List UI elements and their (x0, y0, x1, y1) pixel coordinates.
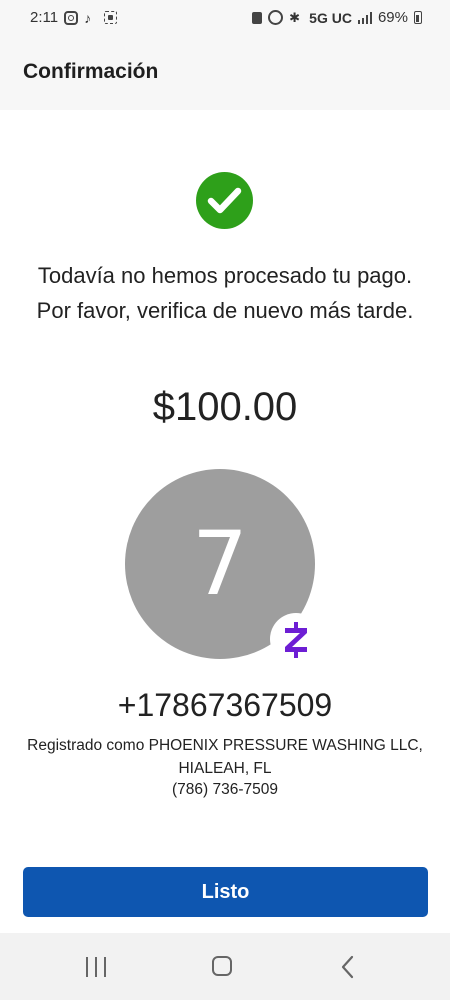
recipient-phone: +17867367509 (117, 687, 333, 723)
status-message: Todavía no hemos procesado tu pago. Por … (36, 263, 414, 323)
lock-icon (252, 11, 263, 24)
alarm-icon (268, 10, 284, 25)
battery-percent: 69% (377, 9, 408, 26)
check-circle-icon (196, 172, 253, 229)
payment-amount: $100.00 (152, 385, 298, 429)
navigation-bar (0, 933, 450, 1000)
recents-icon[interactable] (86, 957, 108, 977)
zelle-badge (270, 613, 322, 665)
instagram-icon (64, 10, 79, 25)
status-time: 2:11 (30, 9, 59, 26)
screenshot-icon (104, 11, 118, 24)
recipient-contact-phone: (786) 736-7509 (172, 781, 278, 798)
network-type: 5G UC (309, 9, 352, 26)
recipient-registration: Registrado como PHOENIX PRESSURE WASHING… (27, 737, 423, 777)
zelle-icon (285, 622, 307, 658)
signal-icon (357, 11, 372, 24)
battery-icon (414, 11, 422, 24)
page-title: Confirmación (23, 60, 159, 83)
status-bar: 2:11 ♪ ✱ 5G UC 69% (0, 0, 450, 40)
done-button[interactable]: Listo (23, 867, 428, 917)
back-icon[interactable] (340, 955, 356, 979)
status-bar-right: ✱ 5G UC 69% (252, 9, 422, 26)
app-header: Confirmación (0, 40, 450, 110)
tiktok-icon: ♪ (84, 9, 92, 26)
bluetooth-icon: ✱ (289, 9, 301, 25)
home-icon[interactable] (212, 956, 232, 976)
status-bar-left: 2:11 ♪ (30, 9, 118, 26)
